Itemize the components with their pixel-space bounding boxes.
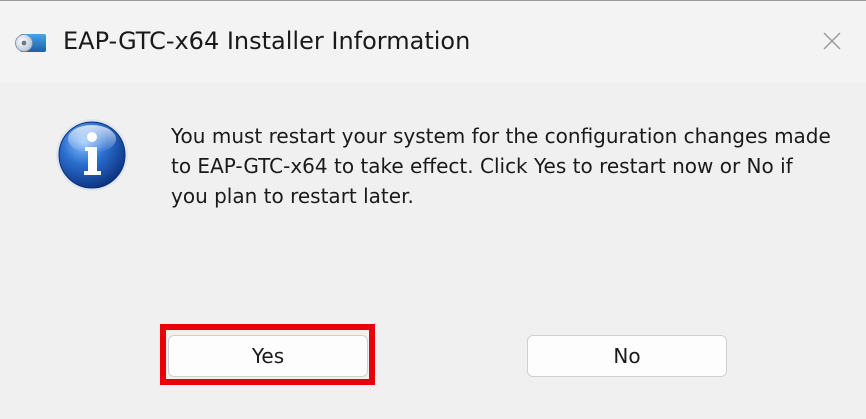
close-icon [823,32,841,50]
no-button[interactable]: No [527,335,727,377]
installer-disc-icon [14,30,48,54]
yes-button[interactable]: Yes [168,335,368,377]
info-icon [52,115,132,195]
window-title: EAP-GTC-x64 Installer Information [63,27,471,55]
title-bar[interactable]: EAP-GTC-x64 Installer Information [0,1,866,83]
dialog-message: You must restart your system for the con… [171,124,831,208]
installer-dialog-window: EAP-GTC-x64 Installer Information You mu… [0,0,866,419]
close-button[interactable] [810,19,854,63]
